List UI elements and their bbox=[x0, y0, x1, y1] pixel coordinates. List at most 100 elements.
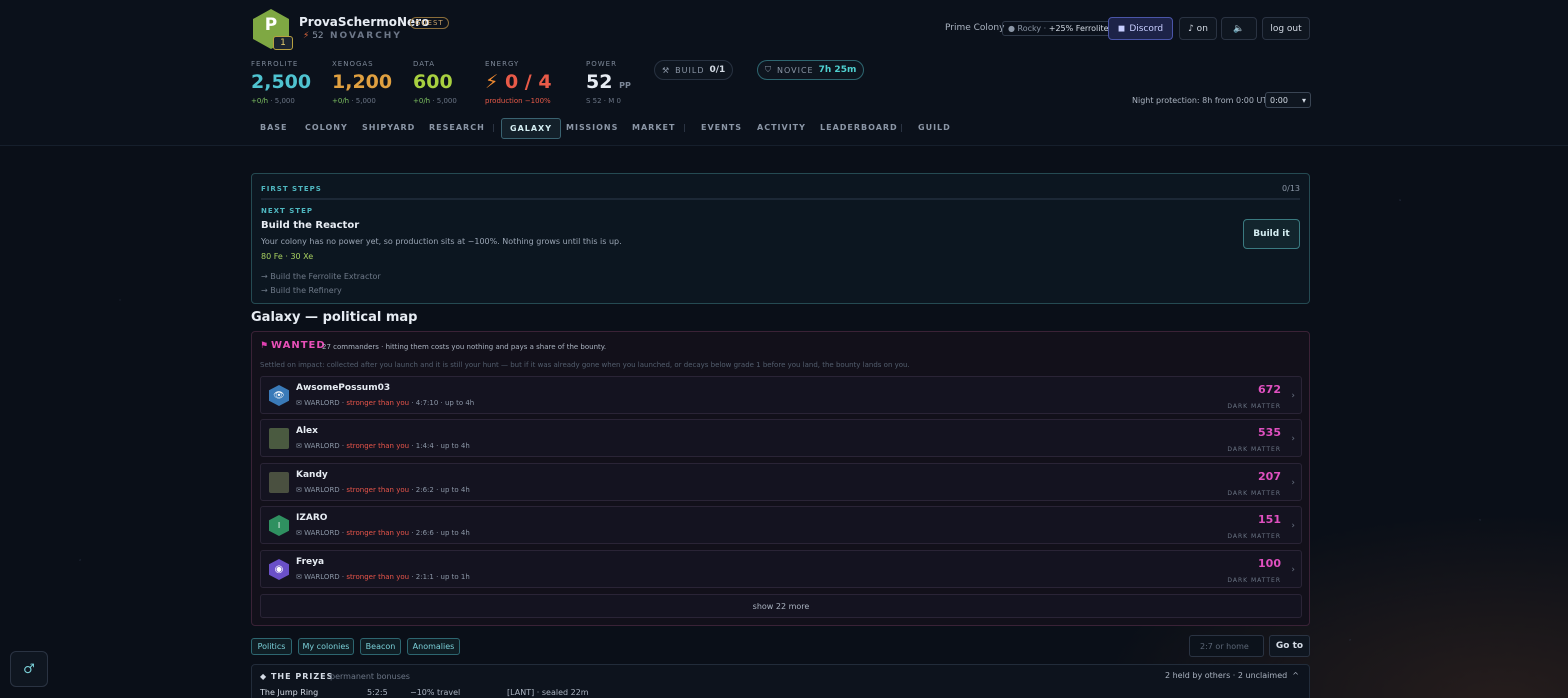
wanted-meta: ✉ WARLORD · stronger than you · 1:4:4 · … bbox=[296, 442, 470, 450]
music-toggle-button[interactable]: ♪ on bbox=[1179, 17, 1217, 40]
prize-name: The Jump Ring bbox=[260, 688, 319, 697]
filter-anomalies[interactable]: Anomalies bbox=[407, 638, 460, 655]
bounty-value: 100 bbox=[1258, 557, 1281, 570]
tab-shipyard[interactable]: SHIPYARD bbox=[362, 123, 415, 132]
wanted-name: Alex bbox=[296, 426, 318, 436]
soldier-avatar-icon bbox=[269, 472, 289, 493]
bounty-label: DARK MATTER bbox=[1227, 533, 1281, 540]
resource-rate: +0/h · 5,000 bbox=[413, 97, 457, 105]
chevron-down-icon: ▾ bbox=[1301, 95, 1306, 105]
soldier-avatar-icon bbox=[269, 428, 289, 449]
nav-divider bbox=[684, 124, 685, 132]
first-steps-progress-bar bbox=[261, 198, 1300, 200]
prize-effect: −10% travel bbox=[410, 688, 461, 697]
resource-rate: S 52 · M 0 bbox=[586, 97, 621, 105]
chevron-right-icon: › bbox=[1291, 391, 1295, 401]
novice-protection-chip[interactable]: ⛉ NOVICE 7h 25m bbox=[757, 60, 865, 80]
guild-emblem-icon: I bbox=[269, 515, 289, 536]
filter-beacon[interactable]: Beacon bbox=[360, 638, 401, 655]
goto-coordinates-input[interactable]: 2:7 or home bbox=[1189, 635, 1264, 657]
wanted-name: Kandy bbox=[296, 470, 328, 480]
resource-value: ⚡ 0 / 4 bbox=[485, 71, 552, 93]
filter-politics[interactable]: Politics bbox=[251, 638, 292, 655]
wanted-description: 27 commanders · hitting them costs you n… bbox=[322, 343, 607, 351]
resource-label: XENOGAS bbox=[332, 60, 374, 68]
wanted-row[interactable]: 👁 AwsomePossum03 ✉ WARLORD · stronger th… bbox=[260, 376, 1302, 414]
prizes-panel[interactable]: ◆ THE PRIZES permanent bonuses 2 held by… bbox=[251, 664, 1310, 698]
resource-label: DATA bbox=[413, 60, 436, 68]
wanted-meta: ✉ WARLORD · stronger than you · 2:6:6 · … bbox=[296, 529, 470, 537]
nav-divider bbox=[493, 124, 494, 132]
player-level-badge: 1 bbox=[273, 36, 293, 50]
wanted-meta: ✉ WARLORD · stronger than you · 4:7:10 ·… bbox=[296, 399, 475, 407]
tab-market[interactable]: MARKET bbox=[632, 123, 675, 132]
bounty-label: DARK MATTER bbox=[1227, 490, 1281, 497]
upcoming-step: → Build the Ferrolite Extractor bbox=[261, 272, 381, 281]
goto-button[interactable]: Go to bbox=[1269, 635, 1310, 657]
tab-missions[interactable]: MISSIONS bbox=[566, 123, 618, 132]
resource-rate: production −100% bbox=[485, 97, 551, 105]
chevron-up-icon: ^ bbox=[1292, 671, 1299, 680]
novice-timer: 7h 25m bbox=[818, 65, 857, 75]
tab-galaxy[interactable]: GALAXY bbox=[501, 118, 562, 139]
eye-icon: 👁 bbox=[269, 385, 289, 406]
chevron-right-icon: › bbox=[1291, 434, 1295, 444]
resource-value: 2,500 bbox=[251, 71, 312, 93]
next-step-label: NEXT STEP bbox=[261, 207, 313, 215]
wanted-row[interactable]: Alex ✉ WARLORD · stronger than you · 1:4… bbox=[260, 419, 1302, 457]
tab-colony[interactable]: COLONY bbox=[305, 123, 348, 132]
colony-name[interactable]: Prime Colony bbox=[945, 23, 1004, 33]
page-title: Galaxy — political map bbox=[251, 310, 418, 325]
tab-base[interactable]: BASE bbox=[260, 123, 288, 132]
prize-coords: 5:2:5 bbox=[367, 688, 388, 697]
tab-guild[interactable]: GUILD bbox=[918, 123, 951, 132]
show-more-button[interactable]: show 22 more bbox=[260, 594, 1302, 618]
power-score-value: 52 bbox=[312, 31, 324, 41]
discord-icon: ◼ bbox=[1117, 23, 1126, 34]
first-steps-title: FIRST STEPS bbox=[261, 185, 322, 193]
night-protection-select[interactable]: 0:00 ▾ bbox=[1265, 92, 1311, 108]
bounty-value: 151 bbox=[1258, 513, 1281, 526]
wanted-name: IZARO bbox=[296, 513, 328, 523]
logout-button[interactable]: log out bbox=[1262, 17, 1310, 40]
wanted-row[interactable]: ◉ Freya ✉ WARLORD · stronger than you · … bbox=[260, 550, 1302, 588]
build-it-button[interactable]: Build it bbox=[1243, 219, 1300, 249]
speaker-icon: 🔈 bbox=[1233, 23, 1245, 34]
wanted-row[interactable]: Kandy ✉ WARLORD · stronger than you · 2:… bbox=[260, 463, 1302, 501]
faction-name: NOVARCHY bbox=[330, 31, 402, 41]
guest-badge: GUEST bbox=[410, 17, 449, 29]
tab-leaderboard[interactable]: LEADERBOARD bbox=[820, 123, 898, 132]
prizes-summary: 2 held by others · 2 unclaimed ^ bbox=[1164, 671, 1299, 680]
wanted-row[interactable]: I IZARO ✉ WARLORD · stronger than you · … bbox=[260, 506, 1302, 544]
target-icon: ◉ bbox=[269, 559, 289, 580]
tab-events[interactable]: EVENTS bbox=[701, 123, 742, 132]
gender-icon: ♂ bbox=[23, 661, 35, 677]
build-queue-chip[interactable]: ⚒ BUILD 0/1 bbox=[654, 60, 734, 80]
next-step-description: Your colony has no power yet, so product… bbox=[261, 237, 622, 246]
sound-toggle-button[interactable]: 🔈 bbox=[1221, 17, 1257, 40]
resource-value: 52 PP bbox=[586, 71, 631, 93]
bounty-label: DARK MATTER bbox=[1227, 446, 1281, 453]
resource-energy: ENERGY ⚡ 0 / 4 production −100% bbox=[485, 60, 552, 105]
wanted-name: AwsomePossum03 bbox=[296, 383, 391, 393]
build-value: 0/1 bbox=[709, 65, 726, 75]
flag-icon: ⚑ bbox=[260, 341, 269, 351]
nav-divider bbox=[901, 124, 902, 132]
bounty-label: DARK MATTER bbox=[1227, 403, 1281, 410]
next-step-cost: 80 Fe · 30 Xe bbox=[261, 252, 314, 261]
top-header: P 1 ProvaSchermoNero GUEST ⚡ 52 NOVARCHY… bbox=[0, 0, 1568, 146]
wanted-meta: ✉ WARLORD · stronger than you · 2:1:1 · … bbox=[296, 573, 470, 581]
resource-ferrolite: FERROLITE 2,500 +0/h · 5,000 bbox=[251, 60, 311, 105]
chevron-right-icon: › bbox=[1291, 565, 1295, 575]
floating-action-button[interactable]: ♂ bbox=[10, 651, 48, 687]
discord-button[interactable]: ◼ Discord bbox=[1108, 17, 1173, 40]
wanted-note: Settled on impact: collected after you l… bbox=[260, 361, 910, 369]
tab-research[interactable]: RESEARCH bbox=[429, 123, 485, 132]
upcoming-step: → Build the Refinery bbox=[261, 286, 342, 295]
first-steps-panel: FIRST STEPS 0/13 NEXT STEP Build the Rea… bbox=[251, 173, 1310, 304]
tab-activity[interactable]: ACTIVITY bbox=[757, 123, 806, 132]
bounty-value: 672 bbox=[1258, 383, 1281, 396]
build-icon: ⚒ bbox=[662, 65, 671, 75]
resource-rate: +0/h · 5,000 bbox=[251, 97, 295, 105]
filter-my-colonies[interactable]: My colonies bbox=[298, 638, 354, 655]
